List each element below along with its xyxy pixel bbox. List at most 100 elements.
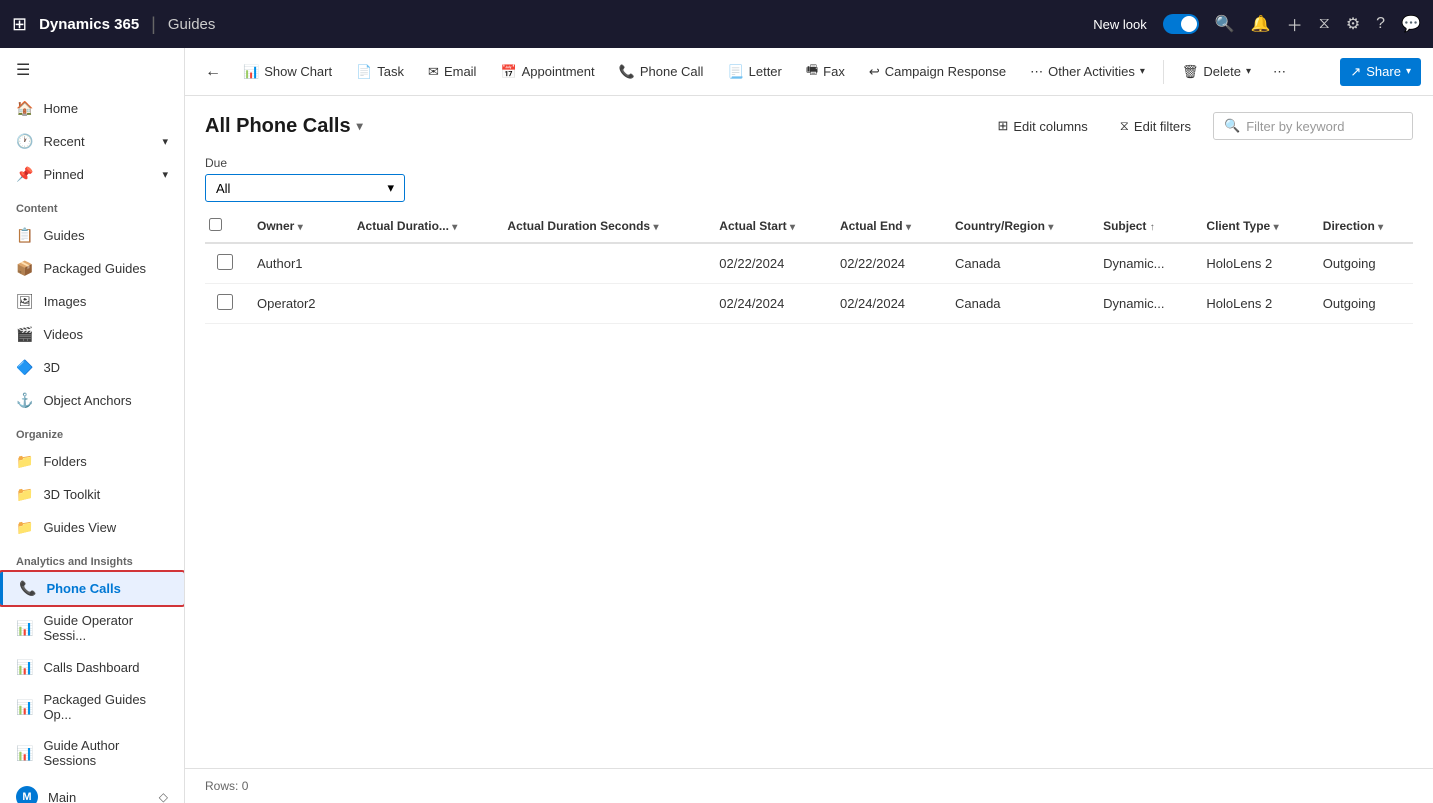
sidebar-item-3d-toolkit[interactable]: 📁 3D Toolkit xyxy=(0,478,184,511)
fax-label: Fax xyxy=(823,64,845,79)
sidebar-footer[interactable]: M Main ◇ xyxy=(0,776,184,803)
row-select-cell[interactable] xyxy=(205,243,245,284)
sidebar-item-pinned[interactable]: 📌 Pinned ▾ xyxy=(0,158,184,191)
phone-call-icon: 📞 xyxy=(619,64,635,80)
row-checkbox[interactable] xyxy=(217,254,233,270)
task-icon: 📄 xyxy=(356,64,372,80)
sidebar-item-recent[interactable]: 🕐 Recent ▾ xyxy=(0,125,184,158)
appointment-button[interactable]: 📅 Appointment xyxy=(490,58,604,86)
show-chart-button[interactable]: 📊 Show Chart xyxy=(233,58,342,86)
col-owner[interactable]: Owner ▾ xyxy=(245,210,345,243)
sidebar-item-home[interactable]: 🏠 Home xyxy=(0,92,184,125)
col-country-region[interactable]: Country/Region ▾ xyxy=(943,210,1091,243)
chevron-down-icon: ▾ xyxy=(162,135,168,148)
show-chart-label: Show Chart xyxy=(264,64,332,79)
guides-view-icon: 📁 xyxy=(16,519,33,536)
sidebar-item-guide-author-sessions[interactable]: 📊 Guide Author Sessions xyxy=(0,730,184,776)
table-row[interactable]: Operator2 02/24/2024 02/24/2024 Canada D… xyxy=(205,284,1413,324)
sidebar-item-calls-dashboard[interactable]: 📊 Calls Dashboard xyxy=(0,651,184,684)
col-actual-end[interactable]: Actual End ▾ xyxy=(828,210,943,243)
sidebar-item-phone-calls[interactable]: 📞 Phone Calls xyxy=(0,572,184,605)
select-all-checkbox[interactable] xyxy=(209,218,222,231)
notifications-icon[interactable]: 🔔 xyxy=(1251,14,1271,34)
rows-count: 0 xyxy=(242,779,249,793)
delete-icon: 🗑 xyxy=(1182,64,1199,80)
add-icon[interactable]: ＋ xyxy=(1287,12,1303,36)
appointment-icon: 📅 xyxy=(500,64,516,80)
sort-icon: ▾ xyxy=(1378,222,1383,233)
email-button[interactable]: ✉ Email xyxy=(418,58,486,86)
row-select-cell[interactable] xyxy=(205,284,245,324)
sidebar-item-guide-operator-sessions[interactable]: 📊 Guide Operator Sessi... xyxy=(0,605,184,651)
row-checkbox[interactable] xyxy=(217,294,233,310)
new-look-toggle[interactable] xyxy=(1163,14,1199,34)
sort-icon: ▾ xyxy=(298,222,303,233)
sidebar-item-guides[interactable]: 📋 Guides xyxy=(0,219,184,252)
main-content: All Phone Calls ▾ ⊞ Edit columns ⧖ Edit … xyxy=(185,96,1433,803)
settings-icon[interactable]: ⚙ xyxy=(1346,14,1360,34)
col-actual-duration-seconds[interactable]: Actual Duration Seconds ▾ xyxy=(495,210,707,243)
edit-filters-button[interactable]: ⧖ Edit filters xyxy=(1110,113,1201,139)
task-label: Task xyxy=(377,64,404,79)
toolbar-separator xyxy=(1163,60,1164,84)
fax-icon: 🖷 xyxy=(806,61,818,83)
sort-icon: ▾ xyxy=(1048,222,1053,233)
campaign-response-label: Campaign Response xyxy=(885,64,1006,79)
rows-label: Rows: xyxy=(205,779,238,793)
sidebar-item-guides-view[interactable]: 📁 Guides View xyxy=(0,511,184,544)
cell-direction: Outgoing xyxy=(1311,284,1413,324)
col-direction[interactable]: Direction ▾ xyxy=(1311,210,1413,243)
sidebar-item-folders[interactable]: 📁 Folders xyxy=(0,445,184,478)
sidebar-item-images[interactable]: 🖼 Images xyxy=(0,285,184,318)
keyword-filter-input[interactable]: 🔍 Filter by keyword xyxy=(1213,112,1413,140)
sidebar-item-label: 3D xyxy=(43,360,60,375)
table-row[interactable]: Author1 02/22/2024 02/22/2024 Canada Dyn… xyxy=(205,243,1413,284)
edit-columns-button[interactable]: ⊞ Edit columns xyxy=(987,113,1097,139)
app-grid-icon[interactable]: ⊞ xyxy=(12,14,27,35)
view-title-dropdown-icon[interactable]: ▾ xyxy=(357,119,363,133)
fax-button[interactable]: 🖷 Fax xyxy=(796,55,855,89)
letter-button[interactable]: 📃 Letter xyxy=(717,58,791,86)
col-subject[interactable]: Subject ↑ xyxy=(1091,210,1194,243)
due-select-dropdown[interactable]: All ▾ xyxy=(205,174,405,202)
sort-icon: ▾ xyxy=(790,222,795,233)
sidebar-item-videos[interactable]: 🎬 Videos xyxy=(0,318,184,351)
home-icon: 🏠 xyxy=(16,100,33,117)
task-button[interactable]: 📄 Task xyxy=(346,58,414,86)
col-client-type[interactable]: Client Type ▾ xyxy=(1194,210,1310,243)
sidebar-item-object-anchors[interactable]: ⚓ Object Anchors xyxy=(0,384,184,417)
sidebar-item-packaged-guides-op[interactable]: 📊 Packaged Guides Op... xyxy=(0,684,184,730)
nav-divider: | xyxy=(151,14,156,35)
sidebar-item-3d[interactable]: 🔷 3D xyxy=(0,351,184,384)
phone-call-button[interactable]: 📞 Phone Call xyxy=(609,58,714,86)
sidebar-item-label: Images xyxy=(44,294,87,309)
toolkit-icon: 📁 xyxy=(16,486,33,503)
delete-button[interactable]: 🗑 Delete ▾ xyxy=(1172,58,1261,86)
letter-label: Letter xyxy=(749,64,782,79)
delete-label: Delete xyxy=(1203,64,1241,79)
more-options-button[interactable]: ⋯ xyxy=(1265,58,1294,86)
hamburger-menu[interactable]: ☰ xyxy=(0,48,184,92)
cell-country-region: Canada xyxy=(943,243,1091,284)
cell-client-type: HoloLens 2 xyxy=(1194,243,1310,284)
sidebar-item-label: Home xyxy=(43,101,78,116)
back-button[interactable]: ← xyxy=(197,57,229,87)
other-activities-button[interactable]: ⋯ Other Activities ▾ xyxy=(1020,58,1155,86)
select-all-header[interactable] xyxy=(205,210,245,243)
videos-icon: 🎬 xyxy=(16,326,33,343)
edit-filters-label: Edit filters xyxy=(1134,119,1191,134)
search-icon: 🔍 xyxy=(1224,118,1240,134)
sidebar-item-packaged-guides[interactable]: 📦 Packaged Guides xyxy=(0,252,184,285)
search-icon[interactable]: 🔍 xyxy=(1215,14,1235,34)
main-layout: ☰ 🏠 Home 🕐 Recent ▾ 📌 Pinned ▾ Content 📋… xyxy=(0,48,1433,803)
help-icon[interactable]: ? xyxy=(1376,15,1385,33)
chart-icon: 📊 xyxy=(243,64,259,80)
sort-icon: ▾ xyxy=(452,222,457,233)
col-actual-duration[interactable]: Actual Duratio... ▾ xyxy=(345,210,496,243)
campaign-response-button[interactable]: ↩ Campaign Response xyxy=(859,58,1016,86)
share-button[interactable]: ↗ Share ▾ xyxy=(1340,58,1421,86)
col-actual-start[interactable]: Actual Start ▾ xyxy=(707,210,828,243)
filter-icon[interactable]: ⧖ xyxy=(1319,15,1330,33)
feedback-icon[interactable]: 💬 xyxy=(1401,14,1421,34)
view-actions: ⊞ Edit columns ⧖ Edit filters 🔍 Filter b… xyxy=(987,112,1413,140)
